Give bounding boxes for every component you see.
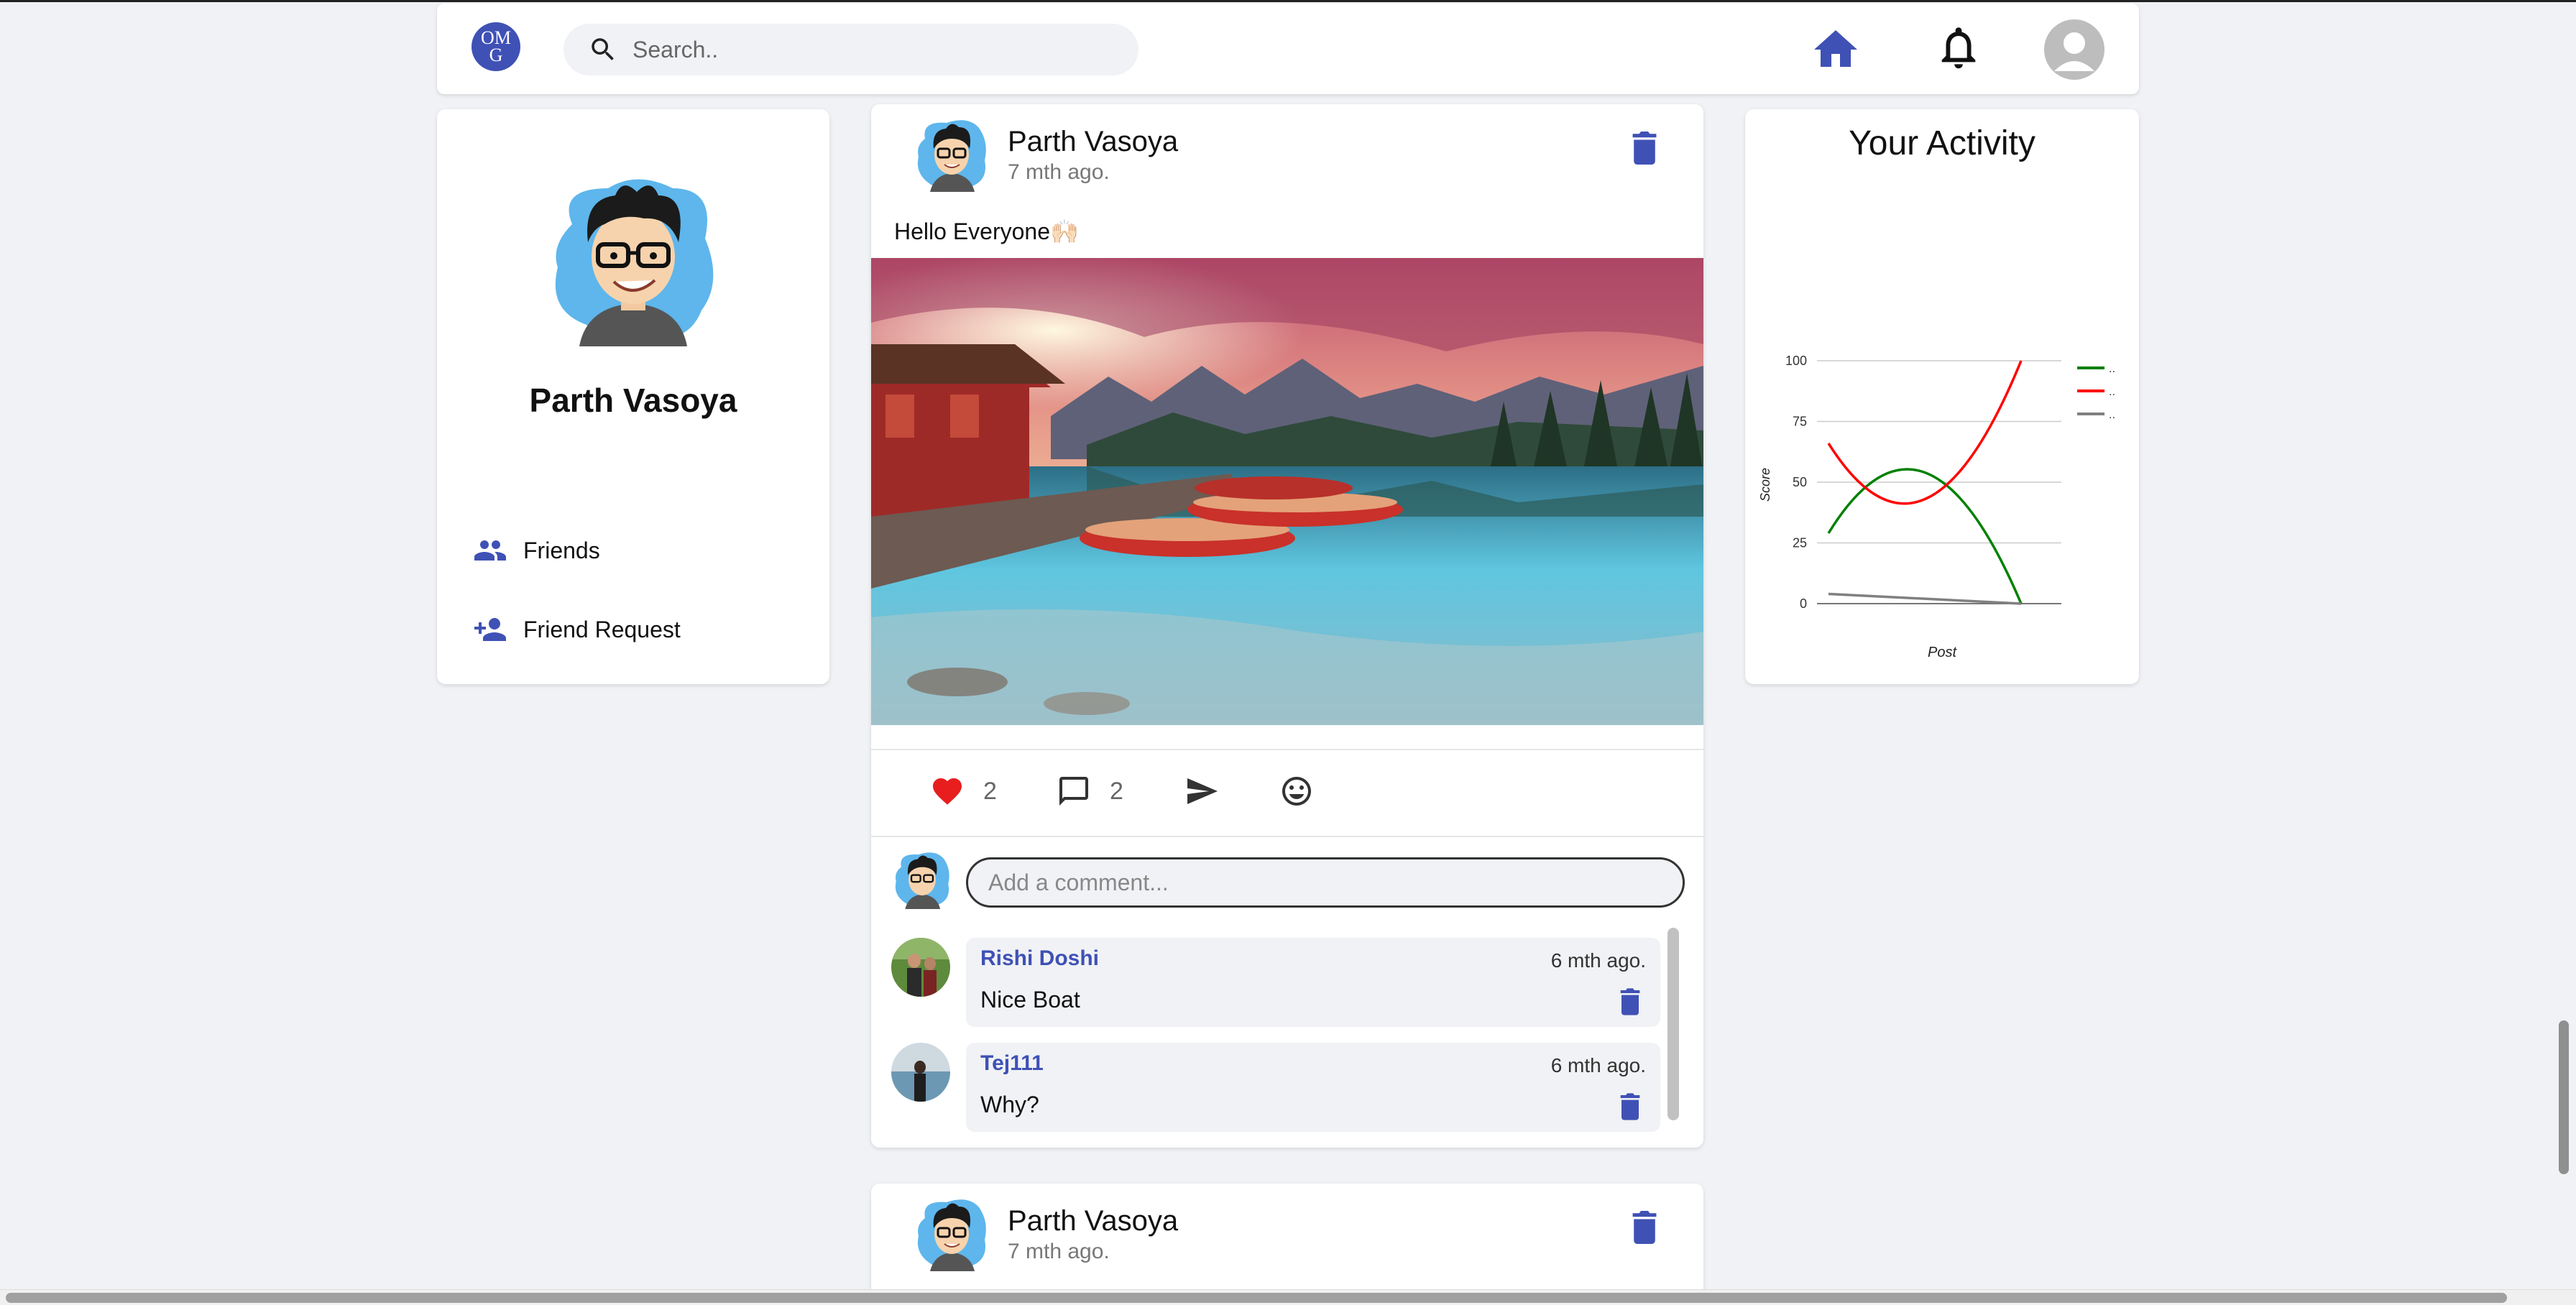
app-logo[interactable]: OM G [472, 22, 520, 71]
search-icon [592, 38, 614, 60]
send-icon [1187, 778, 1218, 804]
comment-text: Nice Boat [980, 987, 1080, 1013]
chart-legend-label: .. [2109, 386, 2115, 398]
comment-input[interactable] [966, 857, 1685, 908]
horizontal-scroll-thumb[interactable] [6, 1293, 2507, 1303]
activity-card: Your Activity 0 25 50 75 100 ...... Score Po… [1745, 109, 2139, 684]
people-icon [474, 540, 506, 561]
page-vertical-scrollbar[interactable] [2559, 1020, 2569, 1174]
logo-text-line2: G [489, 45, 503, 65]
comment-item: Tej111 6 mth ago. Why? [966, 1043, 1660, 1132]
window-top-border [0, 0, 2576, 2]
post-timestamp: 7 mth ago. [1008, 160, 1110, 184]
commenter-avatar[interactable] [891, 1043, 950, 1102]
activity-chart: 0 25 50 75 100 ...... Score Post [1758, 354, 2115, 660]
search-input[interactable] [632, 36, 1121, 63]
account-icon [2054, 32, 2094, 71]
chart-y-ticks: 0 25 50 75 100 [1785, 354, 1807, 611]
bell-icon[interactable] [1933, 22, 1984, 73]
delete-comment-icon[interactable] [1619, 988, 1642, 1015]
comment-author[interactable]: Tej111 [980, 1051, 1044, 1076]
commenter-avatar[interactable] [891, 938, 950, 997]
page-horizontal-scrollbar[interactable] [0, 1289, 2576, 1305]
delete-comment-icon[interactable] [1619, 1093, 1642, 1120]
chart-legend: ...... [2077, 363, 2115, 421]
comment-author[interactable]: Rishi Doshi [980, 946, 1099, 971]
emoji-button[interactable] [1279, 774, 1314, 808]
person-add-icon [474, 618, 506, 641]
like-count: 2 [983, 777, 997, 805]
share-button[interactable] [1184, 774, 1219, 808]
lake-boats-photo [871, 258, 1703, 725]
comment-icon [1059, 777, 1088, 806]
commenter-photo [891, 938, 950, 997]
chart-y-tick-label: 0 [1800, 596, 1807, 611]
post-text: Hello Everyone🙌🏻 [894, 218, 1079, 244]
sidebar-item-label: Friends [523, 537, 600, 563]
chart-y-tick-label: 75 [1793, 415, 1807, 429]
post-divider [871, 749, 1703, 750]
post-author-name[interactable]: Parth Vasoya [1008, 1205, 1178, 1237]
post-author-avatar[interactable] [914, 1196, 989, 1271]
like-button[interactable]: 2 [930, 774, 997, 808]
post-author-name[interactable]: Parth Vasoya [1008, 126, 1178, 158]
chart-series-line [1828, 592, 2022, 605]
smiley-icon [1282, 777, 1311, 806]
comment-item: Rishi Doshi 6 mth ago. Nice Boat [966, 938, 1660, 1027]
sidebar-item-friends[interactable]: Friends [473, 529, 600, 572]
comment-timestamp: 6 mth ago. [1550, 949, 1646, 972]
chart-y-tick-label: 25 [1793, 536, 1807, 550]
post-card: Parth Vasoya 7 mth ago. [871, 1184, 1703, 1305]
account-avatar[interactable] [2044, 19, 2104, 80]
sidebar-item-label: Friend Request [523, 616, 681, 642]
comment-count: 2 [1110, 777, 1123, 805]
home-icon[interactable] [1810, 24, 1862, 75]
current-user-avatar [895, 852, 949, 909]
chart-x-label: Post [1928, 645, 1957, 660]
chart-grid [1817, 360, 2061, 604]
comment-divider [871, 836, 1703, 837]
chart-legend-label: .. [2109, 363, 2115, 375]
comment-timestamp: 6 mth ago. [1550, 1054, 1646, 1076]
chart-series-line [1827, 468, 2023, 604]
delete-post-icon[interactable] [1630, 132, 1659, 165]
post-timestamp: 7 mth ago. [1008, 1240, 1110, 1263]
post-author-avatar[interactable] [914, 117, 989, 192]
search-bar[interactable] [564, 24, 1138, 75]
sidebar-item-friend-request[interactable]: Friend Request [473, 608, 681, 651]
profile-name: Parth Vasoya [529, 382, 737, 419]
chart-legend-label: .. [2109, 409, 2115, 421]
comment-button[interactable]: 2 [1057, 774, 1123, 808]
comment-text: Why? [980, 1092, 1039, 1117]
delete-post-icon[interactable] [1630, 1211, 1659, 1244]
chart-y-tick-label: 50 [1793, 475, 1807, 489]
post-card: Parth Vasoya 7 mth ago. Hello Everyone🙌🏻 [871, 104, 1703, 1148]
heart-icon [933, 778, 962, 805]
profile-card: Parth Vasoya Friends Friend Request [437, 109, 829, 684]
chart-y-label: Score [1758, 468, 1772, 502]
post-image[interactable] [871, 258, 1703, 725]
comments-scrollbar[interactable] [1668, 928, 1679, 1120]
commenter-photo [891, 1043, 950, 1102]
profile-avatar-illustration[interactable] [543, 174, 723, 346]
top-navbar: OM G [437, 4, 2139, 94]
chart-y-tick-label: 100 [1785, 354, 1807, 368]
